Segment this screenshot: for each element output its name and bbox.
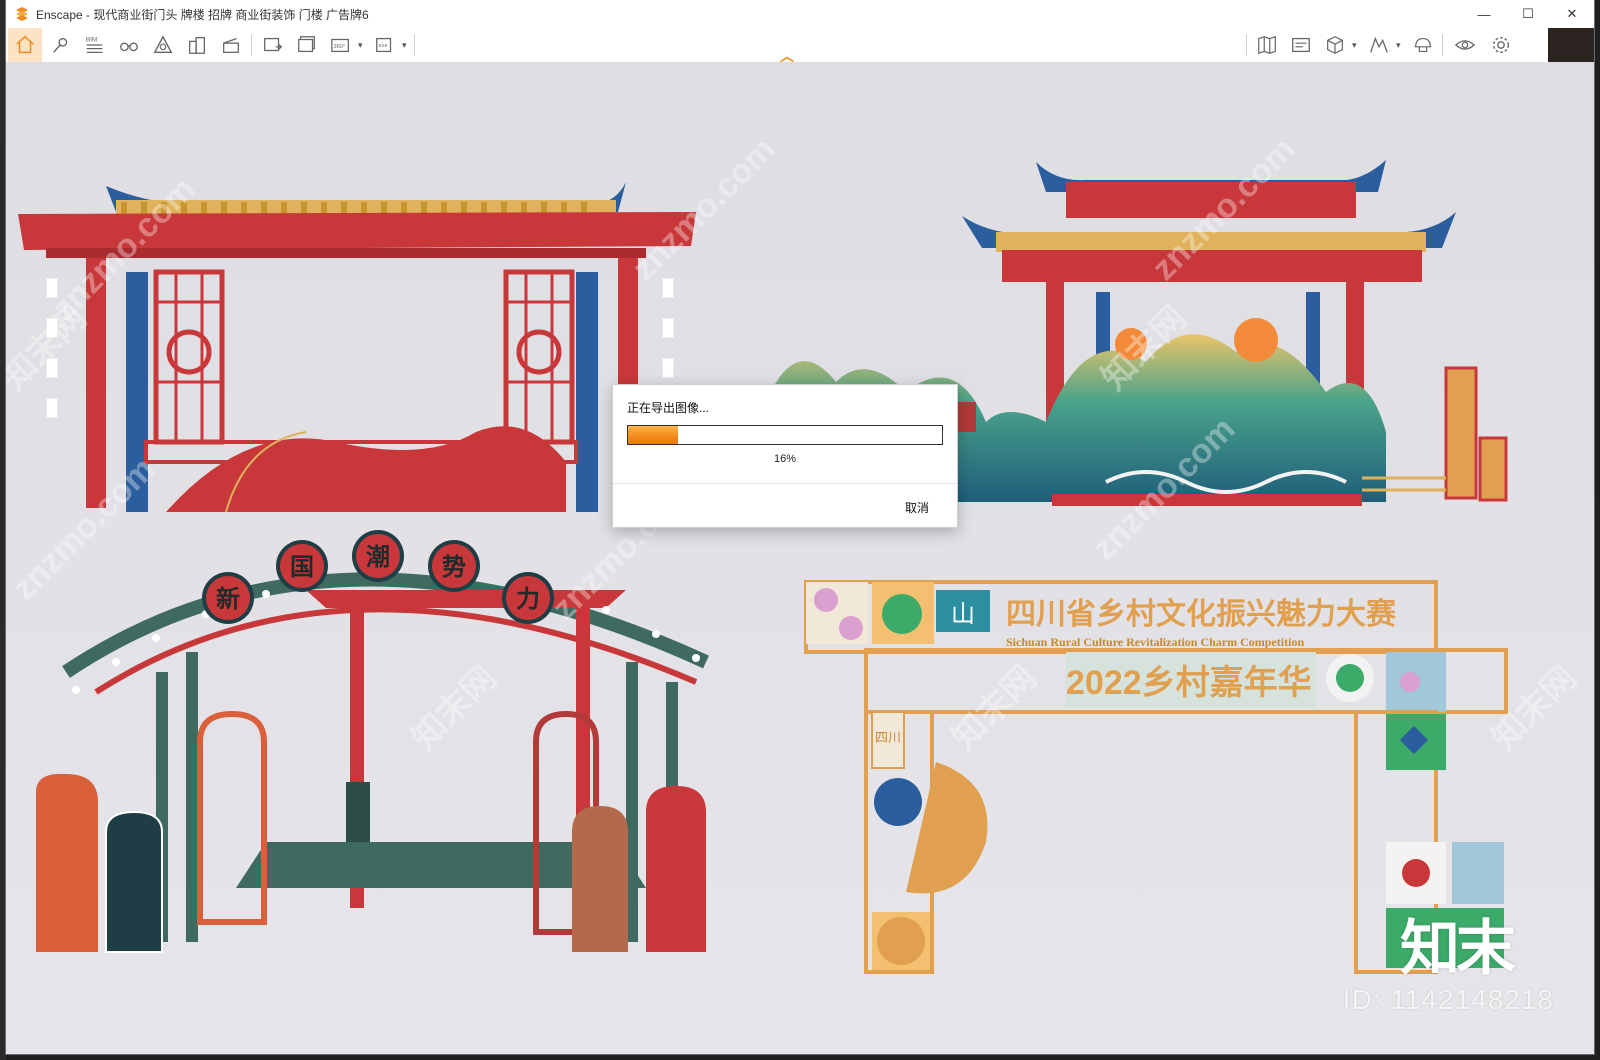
home-button[interactable] [8, 28, 42, 62]
export-exe-icon: EXE [376, 37, 392, 53]
asset-library-icon [153, 35, 173, 54]
visibility-button[interactable] [1450, 30, 1480, 60]
brand-watermark: 知末 [1400, 915, 1516, 982]
sign-subtitle: Sichuan Rural Culture Revitalization Cha… [1006, 635, 1304, 649]
map-button[interactable] [1252, 30, 1282, 60]
binoculars-icon [120, 42, 138, 52]
scene-render: 新 国 潮 势 力 山 四川省乡村文化振兴魅力大赛 Sichuan Rural … [6, 62, 1594, 1054]
toolbar-separator [414, 34, 415, 56]
bim-icon: BIM [86, 36, 103, 53]
visual-settings-button[interactable] [1286, 30, 1316, 60]
eye-icon [1454, 40, 1476, 50]
terrain-icon [1370, 36, 1388, 53]
dialog-separator [613, 483, 957, 484]
window-title: Enscape - 现代商业街门头 牌楼 招牌 商业街装饰 门楼 广告牌6 [36, 7, 369, 22]
chevron-down-icon[interactable]: ▾ [1352, 40, 1357, 51]
enscape-window: Enscape - 现代商业街门头 牌楼 招牌 商业街装饰 门楼 广告牌6 — … [6, 0, 1594, 1054]
buildings-icon [189, 37, 205, 54]
chevron-down-icon[interactable]: ▾ [1396, 40, 1401, 51]
toolbar-separator [1442, 34, 1443, 56]
gear-icon [1492, 36, 1510, 54]
sign-vertical-label: 四川 [875, 730, 901, 745]
arch-char-shi: 势 [442, 554, 466, 581]
close-button[interactable]: ✕ [1550, 0, 1594, 28]
display-settings-icon [1292, 37, 1310, 53]
toolbar-separator [251, 34, 252, 56]
export-exe-button[interactable]: EXE [370, 30, 400, 60]
chevron-down-icon[interactable]: ▾ [358, 40, 363, 51]
progress-percent: 16% [773, 453, 797, 465]
title-bar: Enscape - 现代商业街门头 牌楼 招牌 商业街装饰 门楼 广告牌6 — … [6, 0, 1594, 28]
render-image-icon [264, 37, 283, 52]
panorama-360-icon: 360° [331, 38, 349, 53]
cap-icon [1414, 37, 1432, 53]
asset-library-button[interactable] [148, 30, 178, 60]
export-progress-dialog: 正在导出图像... 16% 取消 [612, 384, 958, 528]
arch-char-li: 力 [516, 586, 540, 613]
terrain-button[interactable] [1364, 30, 1394, 60]
collaboration-button[interactable] [1408, 30, 1438, 60]
svg-text:EXE: EXE [379, 43, 388, 48]
views-button[interactable] [46, 30, 76, 60]
minimize-button[interactable]: — [1462, 0, 1506, 28]
window-controls: — ☐ ✕ [1462, 0, 1594, 28]
video-editor-button[interactable] [216, 30, 246, 60]
sign-title: 四川省乡村文化振兴魅力大赛 [1006, 597, 1397, 631]
svg-text:山: 山 [951, 601, 975, 628]
cube-icon [1327, 36, 1343, 54]
batch-render-button[interactable] [292, 30, 322, 60]
enscape-logo-icon [16, 7, 28, 21]
svg-text:BIM: BIM [86, 36, 97, 43]
svg-text:360°: 360° [334, 44, 345, 50]
bim-button[interactable]: BIM [80, 30, 110, 60]
watermark-id: ID: 1142148218 [1342, 984, 1554, 1015]
progress-fill [628, 426, 679, 444]
panorama-button[interactable]: 360° [326, 30, 356, 60]
progress-bar [627, 425, 943, 445]
toolbar-separator [1246, 34, 1247, 56]
buildings-button[interactable] [182, 30, 212, 60]
map-icon [1258, 35, 1276, 55]
cancel-button[interactable]: 取消 [905, 499, 929, 516]
render-image-button[interactable] [258, 30, 288, 60]
render-viewport[interactable]: 新 国 潮 势 力 山 四川省乡村文化振兴魅力大赛 Sichuan Rural … [6, 62, 1594, 1054]
arch-char-guo: 国 [290, 554, 314, 581]
maximize-button[interactable]: ☐ [1506, 0, 1550, 28]
user-avatar[interactable] [1548, 28, 1594, 62]
walk-mode-button[interactable] [114, 30, 144, 60]
location-pin-icon [53, 37, 68, 53]
cube-button[interactable] [1320, 30, 1350, 60]
settings-button[interactable] [1486, 30, 1516, 60]
chevron-down-icon[interactable]: ▾ [402, 40, 407, 51]
sign-year-line: 2022乡村嘉年华 [1066, 664, 1312, 702]
home-icon [16, 35, 34, 54]
batch-render-icon [298, 36, 315, 53]
arch-char-xin: 新 [216, 585, 240, 613]
arch-char-chao: 潮 [366, 544, 390, 571]
clapperboard-icon [223, 37, 239, 53]
dialog-title: 正在导出图像... [627, 401, 710, 415]
toolbar: BIM 360° ▾ EXE ▾ ▾ ▾ [6, 28, 1594, 63]
